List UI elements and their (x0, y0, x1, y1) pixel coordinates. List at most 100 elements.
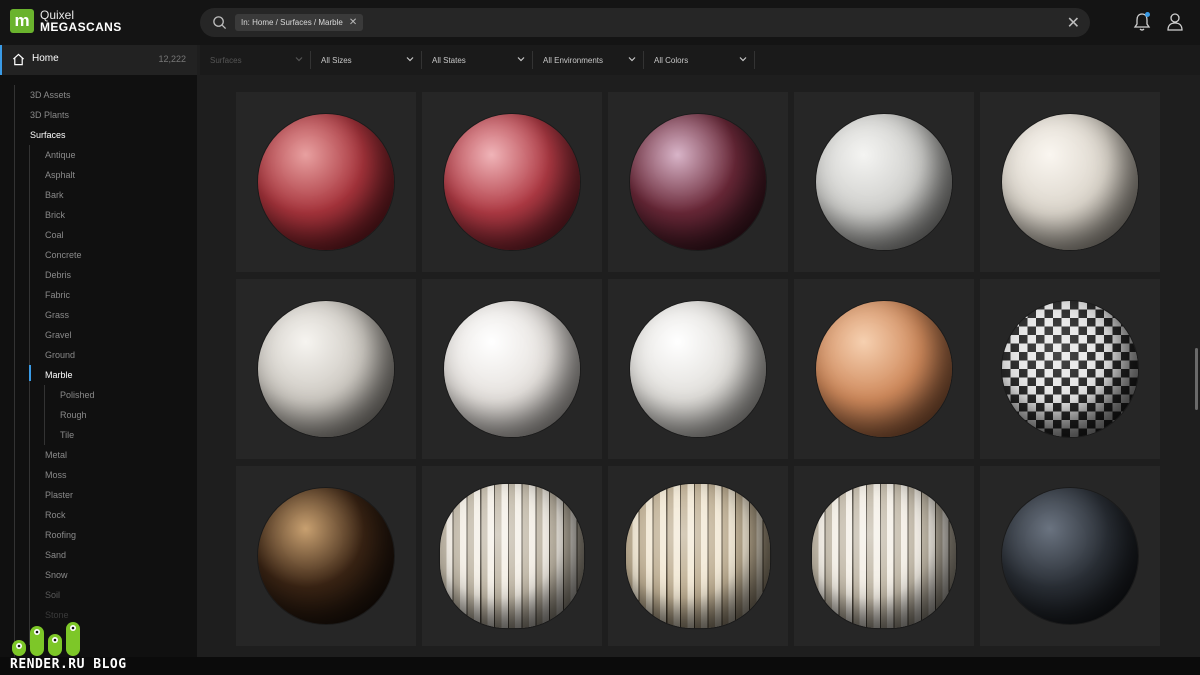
material-sphere-thumbnail (630, 301, 766, 437)
search-filter-chip: In: Home / Surfaces / Marble ✕ (235, 14, 364, 31)
filter-label: All Sizes (321, 55, 352, 65)
sidebar-item-sand[interactable]: Sand (45, 550, 66, 560)
filter-dropdown-all-sizes[interactable]: All Sizes (321, 45, 421, 75)
sidebar-item-moss[interactable]: Moss (45, 470, 67, 480)
filter-dropdown-all-states[interactable]: All States (432, 45, 532, 75)
logo-line2: MEGASCANS (40, 20, 122, 34)
home-count: 12,222 (158, 54, 186, 64)
material-sphere-thumbnail (1002, 488, 1138, 624)
asset-card-black-veined-marble[interactable] (980, 466, 1160, 646)
filter-label: All Colors (654, 55, 689, 65)
filter-divider (754, 51, 755, 69)
sidebar-item-concrete[interactable]: Concrete (45, 250, 82, 260)
search-bar[interactable]: In: Home / Surfaces / Marble ✕ ✕ (200, 8, 1090, 37)
logo[interactable]: m Quixel MEGASCANS (10, 9, 122, 33)
asset-card-carved-frieze-3[interactable] (794, 466, 974, 646)
scrollbar-thumb[interactable] (1195, 348, 1198, 410)
sidebar-item-rough[interactable]: Rough (60, 410, 87, 420)
asset-card-white-veined[interactable] (608, 279, 788, 459)
top-bar: m Quixel MEGASCANS In: Home / Surfaces /… (0, 0, 1200, 45)
asset-card-travertine-orange[interactable] (794, 279, 974, 459)
chevron-down-icon (628, 57, 636, 62)
sidebar-item-home[interactable]: Home 12,222 (0, 45, 197, 75)
sidebar-item-soil[interactable]: Soil (45, 590, 60, 600)
asset-card-white-granite[interactable] (794, 92, 974, 272)
sidebar-item-metal[interactable]: Metal (45, 450, 67, 460)
material-sphere-thumbnail (258, 114, 394, 250)
sidebar-item-tile[interactable]: Tile (60, 430, 74, 440)
sidebar-item-roofing[interactable]: Roofing (45, 530, 76, 540)
search-icon (213, 16, 227, 30)
home-label: Home (32, 53, 59, 64)
sidebar-item-ground[interactable]: Ground (45, 350, 75, 360)
asset-card-carved-frieze-2[interactable] (608, 466, 788, 646)
sidebar-item-debris[interactable]: Debris (45, 270, 71, 280)
sidebar-item-rock[interactable]: Rock (45, 510, 66, 520)
notification-dot (1145, 12, 1150, 17)
material-sphere-thumbnail (444, 301, 580, 437)
tree-line (14, 85, 15, 657)
material-sphere-thumbnail (258, 488, 394, 624)
tree-line (44, 385, 45, 445)
material-sphere-thumbnail (816, 301, 952, 437)
sidebar-item-coal[interactable]: Coal (45, 230, 64, 240)
sidebar-item-grass[interactable]: Grass (45, 310, 69, 320)
filter-divider (310, 51, 311, 69)
filter-dropdown-surfaces: Surfaces (210, 45, 310, 75)
asset-card-red-marble-veined[interactable] (422, 92, 602, 272)
sidebar-item-antique[interactable]: Antique (45, 150, 76, 160)
material-sphere-thumbnail (811, 483, 957, 629)
sidebar-item-snow[interactable]: Snow (45, 570, 68, 580)
home-icon (12, 53, 25, 66)
sidebar: Home 12,222 3D Assets 3D Plants Surfaces An… (0, 45, 197, 657)
user-account-icon[interactable] (1166, 12, 1184, 32)
sidebar-item-plaster[interactable]: Plaster (45, 490, 73, 500)
clear-search-icon[interactable]: ✕ (1067, 13, 1080, 33)
asset-card-speckled-white[interactable] (236, 279, 416, 459)
material-sphere-thumbnail (816, 114, 952, 250)
sidebar-item-3d-assets[interactable]: 3D Assets (30, 90, 71, 100)
watermark-text: RENDER.RU BLOG (10, 657, 127, 672)
megascans-logo-icon: m (10, 9, 34, 33)
material-sphere-thumbnail (630, 114, 766, 250)
filter-divider (643, 51, 644, 69)
filter-divider (532, 51, 533, 69)
asset-card-black-gold-marble[interactable] (236, 466, 416, 646)
search-chip-label: In: Home / Surfaces / Marble (241, 18, 343, 27)
material-sphere-thumbnail (625, 483, 771, 629)
bottom-bar (0, 657, 1200, 675)
material-sphere-thumbnail (1002, 301, 1138, 437)
chevron-down-icon (517, 57, 525, 62)
chevron-down-icon (406, 57, 414, 62)
sidebar-item-asphalt[interactable]: Asphalt (45, 170, 75, 180)
material-sphere-thumbnail (258, 301, 394, 437)
chevron-down-icon (739, 57, 747, 62)
filter-label: All States (432, 55, 466, 65)
asset-card-carved-frieze-1[interactable] (422, 466, 602, 646)
chevron-down-icon (295, 57, 303, 62)
sidebar-item-bark[interactable]: Bark (45, 190, 64, 200)
sidebar-item-fabric[interactable]: Fabric (45, 290, 70, 300)
sidebar-item-surfaces[interactable]: Surfaces (30, 130, 66, 140)
material-sphere-thumbnail (444, 114, 580, 250)
active-marker (29, 365, 31, 381)
sidebar-item-brick[interactable]: Brick (45, 210, 65, 220)
asset-card-dark-red-breccia[interactable] (608, 92, 788, 272)
filter-dropdown-all-colors[interactable]: All Colors (654, 45, 754, 75)
filter-divider (421, 51, 422, 69)
sidebar-item-marble[interactable]: Marble (45, 370, 73, 380)
filter-dropdown-all-environments[interactable]: All Environments (543, 45, 643, 75)
asset-card-red-marble-polished[interactable] (236, 92, 416, 272)
sidebar-item-polished[interactable]: Polished (60, 390, 95, 400)
filter-bar: Surfaces All Sizes All States All Environme… (200, 45, 1200, 75)
asset-card-cream-granite[interactable] (980, 92, 1160, 272)
material-sphere-thumbnail (1002, 114, 1138, 250)
filter-label: Surfaces (210, 55, 242, 65)
asset-card-checker-tile[interactable] (980, 279, 1160, 459)
render-ru-logo-icon (12, 622, 80, 656)
sidebar-item-gravel[interactable]: Gravel (45, 330, 72, 340)
chip-close-icon[interactable]: ✕ (349, 17, 357, 28)
asset-card-white-polished[interactable] (422, 279, 602, 459)
sidebar-item-3d-plants[interactable]: 3D Plants (30, 110, 69, 120)
tree-line (29, 145, 30, 645)
